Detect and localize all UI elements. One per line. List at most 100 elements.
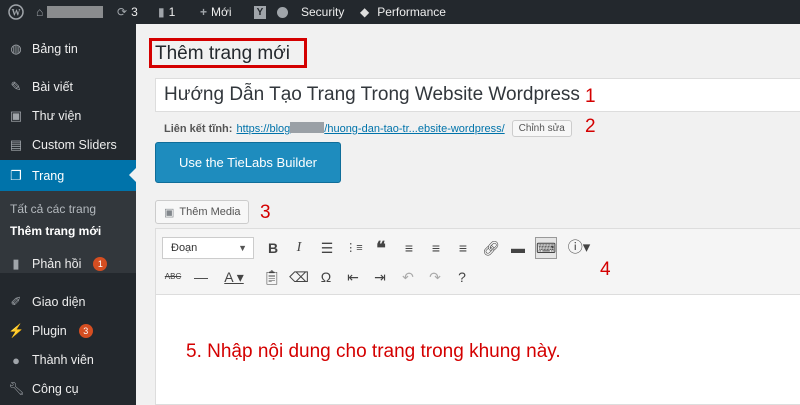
menu-item-custom-sliders[interactable]: ▤ Custom Sliders [0,131,136,159]
slides-icon: ▤ [9,137,23,152]
horizontal-line-icon[interactable]: — [190,266,212,288]
post-title-input[interactable]: Hướng Dẫn Tạo Trang Trong Website Wordpr… [155,78,800,112]
permalink-start: https://blog [236,123,291,135]
menu-item-pages[interactable]: ❐ Trang [0,160,136,191]
menu-label: Phản hồi [32,257,82,271]
performance-link[interactable]: ◆ Performance [360,0,446,24]
wordpress-logo-icon[interactable]: W [8,0,24,24]
yoast-icon[interactable]: Y [254,0,266,24]
annotation-2: 2 [585,116,596,137]
editor-content[interactable]: 5. Nhập nội dung cho trang trong khung n… [186,341,561,363]
submenu-add-new-page[interactable]: Thêm trang mới [10,224,101,238]
clear-formatting-icon[interactable]: ⌫ [288,266,310,288]
edit-permalink-button[interactable]: Chỉnh sửa [511,120,572,137]
menu-label: Custom Sliders [32,138,117,152]
performance-icon: ◆ [360,5,370,19]
updates-link[interactable]: ⟳ 3 [117,0,138,24]
editor-toolbar: Đoạn ▼ B I ☰ ⋮≡ ❝ ≡ ≡ ≡ 🔗︎ ▬ ⌨ ⓘ▾ ABC — … [156,229,800,295]
submenu-all-pages[interactable]: Tất cả các trang [10,202,96,216]
menu-item-plugins[interactable]: ⚡ Plugin 3 [0,317,136,345]
refresh-icon: ⟳ [117,5,128,19]
updates-count: 3 [131,5,138,19]
menu-item-media[interactable]: ▣ Thư viện [0,102,136,130]
menu-item-dashboard[interactable]: ◍ Bảng tin [0,35,136,63]
add-media-label: Thêm Media [179,206,241,218]
read-more-icon[interactable]: ▬ [507,237,529,259]
menu-item-comments[interactable]: ▮ Phản hồi 1 [0,250,136,278]
plus-icon: + [200,5,208,19]
indent-icon[interactable]: ⇥ [369,266,391,288]
format-select[interactable]: Đoạn ▼ [162,237,254,259]
menu-label: Thư viện [32,109,82,123]
security-label: Security [301,5,345,19]
content-editor[interactable]: Đoạn ▼ B I ☰ ⋮≡ ❝ ≡ ≡ ≡ 🔗︎ ▬ ⌨ ⓘ▾ ABC — … [155,228,800,405]
redo-icon[interactable]: ↷ [424,266,446,288]
chevron-down-icon: ▼ [238,243,247,253]
media-icon: ▣ [164,206,175,219]
plugin-icon: ⚡ [8,323,25,338]
comments-badge: 1 [93,257,108,271]
performance-label: Performance [377,5,446,19]
toolbar-toggle-icon[interactable]: ⌨ [535,237,557,259]
wrench-icon: 🔧︎ [8,381,25,396]
comment-icon: ▮ [12,256,20,271]
menu-item-posts[interactable]: ✎ Bài viết [0,73,136,101]
annotation-3: 3 [260,202,271,223]
comments-count: 1 [168,5,176,19]
menu-label: Bài viết [32,80,73,94]
align-right-icon[interactable]: ≡ [452,237,474,259]
dashboard-icon: ◍ [10,41,22,56]
align-left-icon[interactable]: ≡ [398,237,420,259]
new-content-link[interactable]: + Mới [200,0,232,24]
svg-text:W: W [12,8,21,18]
new-label: Mới [211,5,232,19]
menu-item-users[interactable]: ● Thành viên [0,346,136,374]
tielabs-builder-button[interactable]: Use the TieLabs Builder [155,142,341,183]
comments-link[interactable]: ▮ 1 [158,0,175,24]
permalink-end: /huong-dan-tao-tr...ebsite-wordpress/ [324,123,505,135]
plugins-badge: 3 [78,324,93,338]
strikethrough-icon[interactable]: ABC [162,266,184,288]
permalink-row: Liên kết tĩnh: https://blog/huong-dan-ta… [164,120,572,137]
permalink-redacted [290,122,325,133]
page-title: Thêm trang mới [155,43,290,64]
security-link[interactable]: Security [301,0,344,24]
site-name-redacted [47,6,104,18]
menu-label: Bảng tin [32,42,78,56]
status-dot-icon [277,0,288,24]
outdent-icon[interactable]: ⇤ [342,266,364,288]
menu-label: Giao diện [32,295,86,309]
permalink-label: Liên kết tĩnh: [164,122,233,135]
help-icon[interactable]: ⓘ▾ [563,237,595,259]
menu-item-appearance[interactable]: ✐ Giao diện [0,288,136,316]
format-value: Đoạn [171,242,198,254]
user-icon: ● [12,352,20,368]
comment-icon: ▮ [158,5,165,19]
media-icon: ▣ [9,108,23,123]
current-menu-arrow [129,168,136,182]
annotation-4: 4 [600,259,611,280]
home-icon: ⌂ [36,5,44,19]
numbered-list-icon[interactable]: ⋮≡ [343,237,365,259]
paste-text-icon[interactable]: 📋︎ [261,266,283,288]
bold-icon[interactable]: B [262,237,284,259]
permalink-link[interactable]: https://blog/huong-dan-tao-tr...ebsite-w… [236,122,505,135]
keyboard-shortcuts-icon[interactable]: ? [451,266,473,288]
site-name-link[interactable]: ⌂ [36,0,104,24]
menu-item-tools[interactable]: 🔧︎ Công cụ [0,375,136,403]
pin-icon: ✎ [10,79,22,94]
link-icon[interactable]: 🔗︎ [480,237,502,259]
add-media-button[interactable]: ▣ Thêm Media [155,200,249,224]
undo-icon[interactable]: ↶ [397,266,419,288]
menu-label: Công cụ [32,382,79,396]
annotation-1: 1 [585,86,596,107]
special-character-icon[interactable]: Ω [315,266,337,288]
align-center-icon[interactable]: ≡ [425,237,447,259]
blockquote-icon[interactable]: ❝ [370,237,392,259]
italic-icon[interactable]: I [288,237,310,259]
bullet-list-icon[interactable]: ☰ [316,237,338,259]
page-icon: ❐ [10,167,22,183]
text-color-icon[interactable]: A ▾ [216,266,252,288]
menu-label: Plugin [32,324,67,338]
menu-label: Trang [32,168,65,183]
